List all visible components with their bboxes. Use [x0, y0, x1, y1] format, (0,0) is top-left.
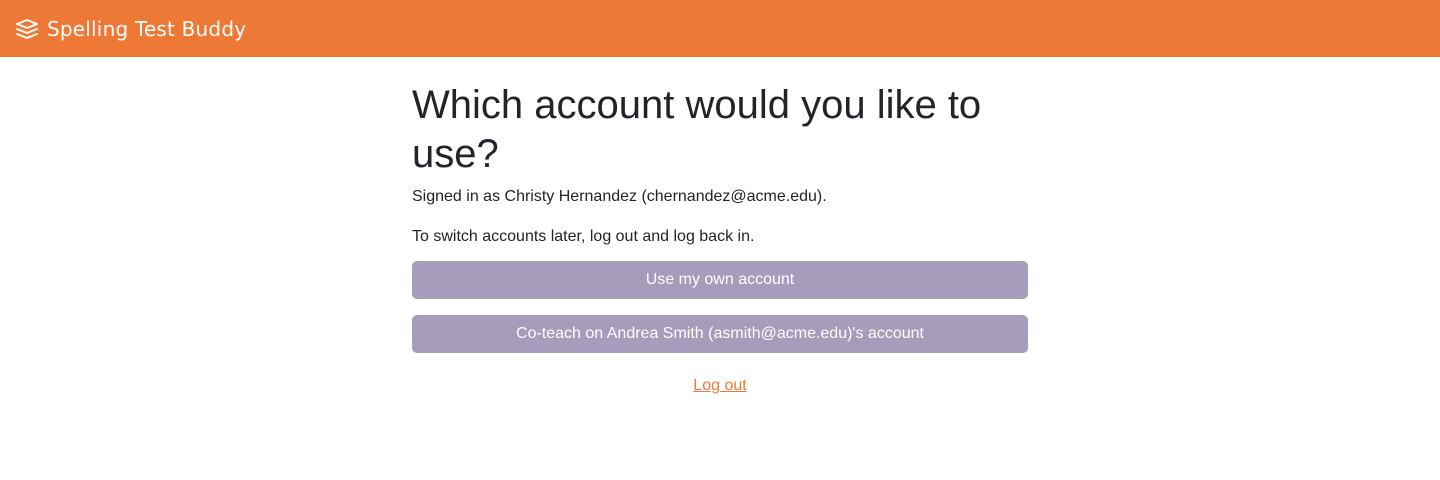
logout-link[interactable]: Log out — [693, 377, 746, 394]
app-name: Spelling Test Buddy — [47, 16, 247, 41]
stacked-layers-icon — [14, 18, 40, 40]
page-title: Which account would you like to use? — [412, 83, 982, 176]
signed-in-text: Signed in as Christy Hernandez (chernand… — [412, 188, 827, 205]
top-navbar: Spelling Test Buddy — [0, 0, 1440, 57]
co-teach-account-button[interactable]: Co-teach on Andrea Smith (asmith@acme.ed… — [412, 315, 1028, 353]
logout-container: Log out — [412, 377, 1028, 395]
use-own-account-button[interactable]: Use my own account — [412, 261, 1028, 299]
switch-accounts-hint: To switch accounts later, log out and lo… — [412, 228, 755, 245]
brand-link[interactable]: Spelling Test Buddy — [14, 17, 246, 41]
account-chooser: Which account would you like to use? Sig… — [412, 57, 1028, 395]
